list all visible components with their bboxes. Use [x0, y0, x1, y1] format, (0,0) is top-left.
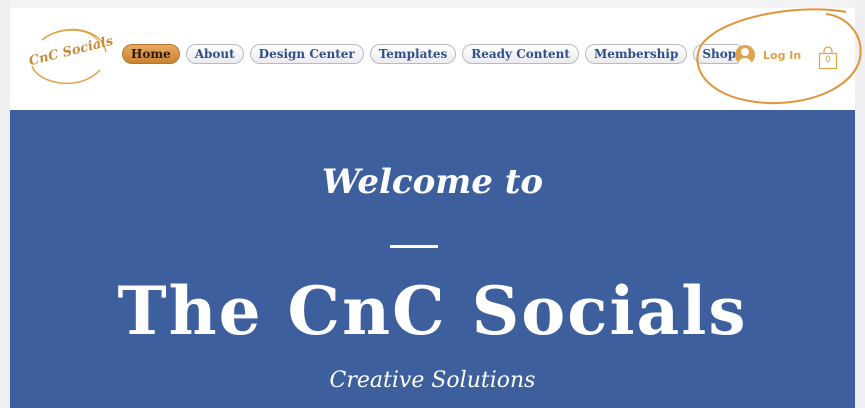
window-right-edge: [855, 0, 865, 408]
hero-title: The CnC Socials: [117, 272, 748, 350]
site-logo[interactable]: CnC Socials: [24, 22, 115, 92]
window-left-edge: [0, 0, 10, 408]
cart-button[interactable]: 0: [818, 46, 838, 70]
cart-count: 0: [825, 55, 831, 65]
nav-item-membership[interactable]: Membership: [584, 44, 688, 64]
nav-item-about[interactable]: About: [185, 44, 244, 64]
nav-item-templates[interactable]: Templates: [369, 44, 457, 64]
nav-item-design-center[interactable]: Design Center: [249, 44, 364, 64]
nav-item-ready-content[interactable]: Ready Content: [462, 44, 579, 64]
hero-subtitle: Creative Solutions: [329, 368, 536, 393]
user-avatar-icon: [735, 45, 755, 65]
hero-banner: Welcome to The CnC Socials Creative Solu…: [10, 110, 855, 408]
hero-divider: [390, 245, 438, 248]
site-header: CnC Socials Home About Design Center Tem…: [10, 8, 855, 110]
login-button[interactable]: Log In: [735, 44, 801, 66]
hero-welcome-text: Welcome to: [321, 162, 544, 202]
nav-item-home[interactable]: Home: [122, 44, 180, 64]
login-label: Log In: [763, 48, 802, 62]
window-top-edge: [0, 0, 865, 8]
main-navigation: Home About Design Center Templates Ready…: [122, 44, 746, 66]
